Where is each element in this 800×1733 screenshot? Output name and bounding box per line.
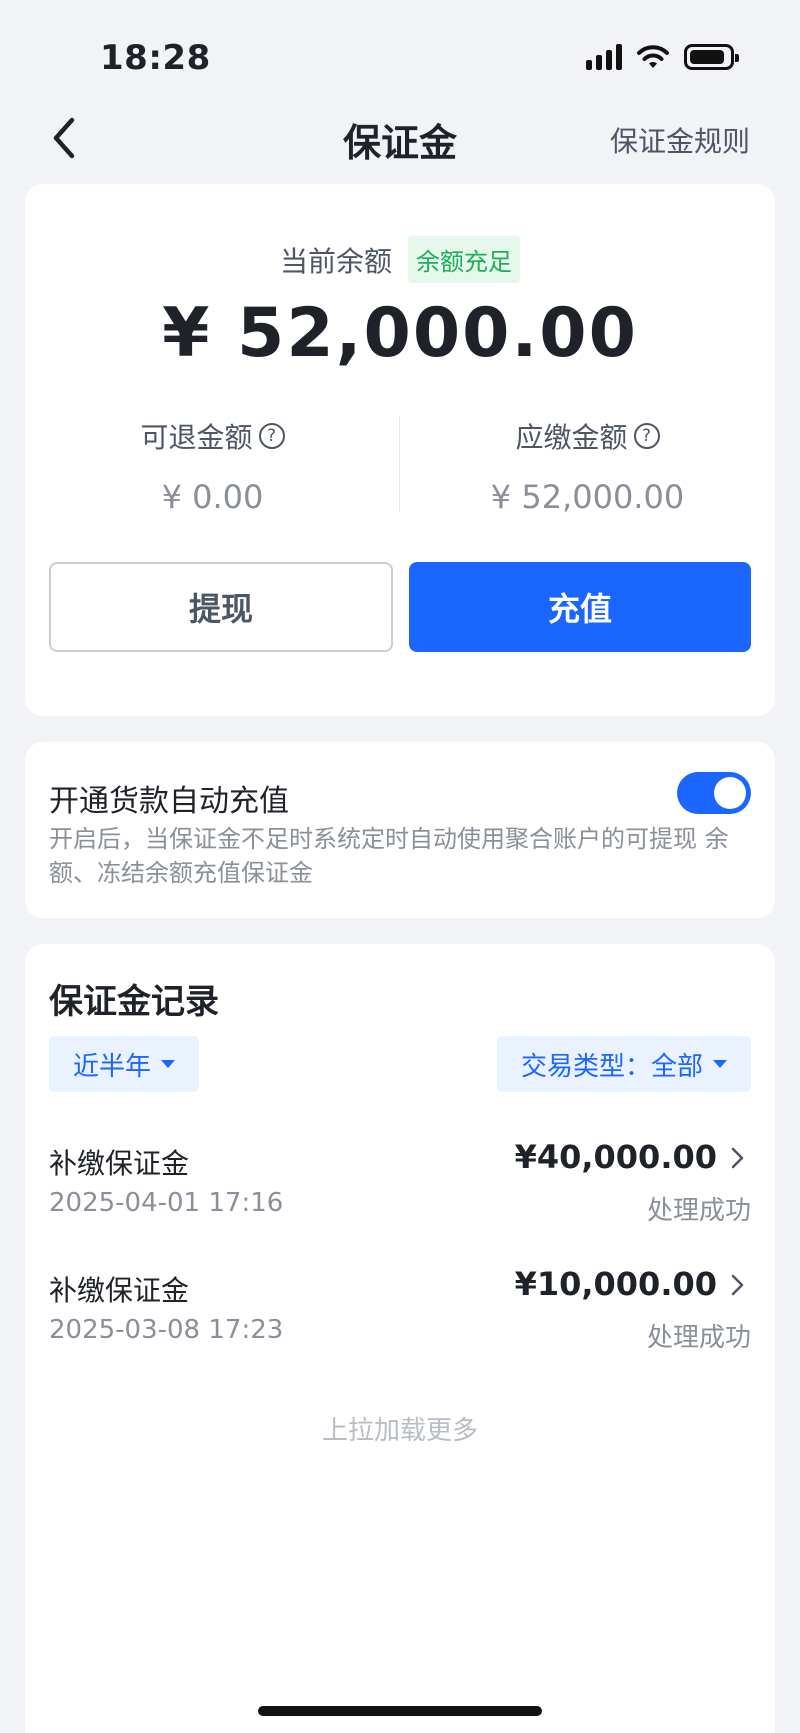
withdraw-button[interactable]: 提现 — [49, 562, 393, 652]
record-name: 补缴保证金 — [49, 1274, 190, 1307]
payable-label-row[interactable]: 应缴金额 ? — [515, 416, 660, 456]
record-amount: ¥10,000.00 — [514, 1265, 717, 1303]
caret-down-icon — [713, 1060, 727, 1068]
toggle-knob — [714, 777, 746, 809]
balance-amount: ¥ 52,000.00 — [162, 294, 638, 373]
deposit-rules-link[interactable]: 保证金规则 — [610, 120, 750, 160]
question-circle-icon[interactable]: ? — [633, 423, 660, 449]
payable-value: ¥ 52,000.00 — [490, 478, 685, 516]
balance-header: 当前余额 余额充足 — [25, 236, 775, 283]
battery-icon — [684, 44, 739, 70]
record-date: 2025-04-01 17:16 — [49, 1188, 284, 1218]
record-name: 补缴保证金 — [49, 1147, 190, 1180]
records-title: 保证金记录 — [49, 982, 219, 1022]
balance-label: 当前余额 — [279, 244, 392, 278]
caret-down-icon — [161, 1060, 176, 1068]
records-card: 保证金记录 近半年 交易类型：全部 补缴保证金 2025-04-01 17:16… — [25, 944, 775, 1733]
record-status: 处理成功 — [646, 1323, 751, 1353]
refundable-value: ¥ 0.00 — [161, 478, 264, 516]
auto-recharge-toggle[interactable] — [677, 772, 751, 814]
record-date: 2025-03-08 17:23 — [49, 1315, 284, 1345]
period-filter-label: 近半年 — [73, 1051, 152, 1082]
question-circle-icon[interactable]: ? — [258, 423, 285, 449]
record-amount: ¥40,000.00 — [514, 1138, 717, 1176]
recharge-button[interactable]: 充值 — [409, 562, 751, 652]
auto-recharge-title: 开通货款自动充值 — [49, 784, 289, 819]
status-badge: 余额充足 — [408, 236, 520, 283]
auto-recharge-description: 开启后，当保证金不足时系统定时自动使用聚合账户的可提现 余额、冻结余额充值保证金 — [49, 825, 729, 887]
chevron-right-icon — [731, 1274, 744, 1296]
list-item[interactable]: 补缴保证金 2025-03-08 17:23 ¥10,000.00 处理成功 — [49, 1265, 751, 1379]
status-icons — [586, 44, 739, 70]
record-status: 处理成功 — [646, 1196, 751, 1226]
refundable-section: 可退金额 ? ¥ 0.00 — [25, 416, 400, 516]
list-item[interactable]: 补缴保证金 2025-04-01 17:16 ¥40,000.00 处理成功 — [49, 1138, 751, 1252]
refundable-label: 可退金额 — [140, 421, 253, 454]
auto-recharge-card: 开通货款自动充值 开启后，当保证金不足时系统定时自动使用聚合账户的可提现 余额、… — [25, 742, 775, 918]
type-filter-label: 交易类型：全部 — [520, 1051, 703, 1082]
status-bar: 18:28 — [0, 0, 800, 110]
type-filter-dropdown[interactable]: 交易类型：全部 — [496, 1036, 751, 1092]
chevron-right-icon — [731, 1147, 744, 1169]
wifi-icon — [637, 45, 669, 68]
load-more-hint: 上拉加载更多 — [321, 1416, 478, 1446]
cellular-signal-icon — [586, 44, 622, 70]
status-time: 18:28 — [100, 38, 211, 78]
payable-label: 应缴金额 — [515, 421, 628, 454]
home-indicator[interactable] — [258, 1706, 542, 1716]
balance-card: 当前余额 余额充足 ¥ 52,000.00 可退金额 ? ¥ 0.00 应缴金额… — [25, 184, 775, 716]
nav-bar: 保证金 保证金规则 — [0, 100, 800, 176]
payable-section: 应缴金额 ? ¥ 52,000.00 — [400, 416, 775, 516]
refundable-label-row[interactable]: 可退金额 ? — [140, 416, 285, 456]
period-filter-dropdown[interactable]: 近半年 — [49, 1036, 200, 1092]
